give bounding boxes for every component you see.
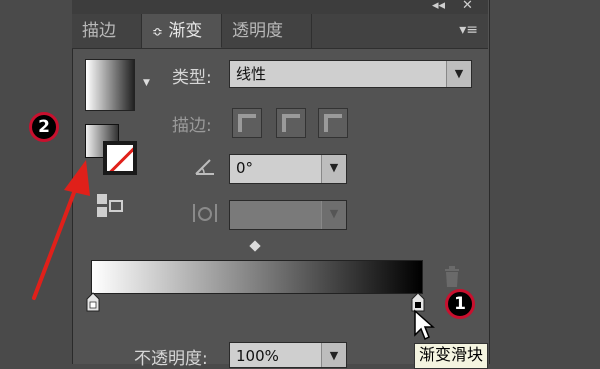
aspect-ratio-icon: [193, 204, 217, 222]
trash-icon[interactable]: [443, 266, 461, 288]
annotation-badge: 1: [445, 289, 475, 319]
type-value: 线性: [236, 65, 267, 83]
chevron-down-icon: ▼: [321, 343, 346, 367]
gradient-stop-white[interactable]: [86, 292, 100, 312]
panel-titlebar: ◂◂ ✕: [72, 0, 488, 14]
chevron-down-icon: ▼: [446, 61, 471, 87]
swap-fill-stroke-icon[interactable]: [96, 193, 124, 219]
collapse-icon[interactable]: ◂◂: [432, 0, 445, 13]
angle-input[interactable]: 0° ▼: [229, 154, 347, 184]
tooltip: 渐变滑块: [414, 343, 489, 369]
panel-menu-icon[interactable]: ▾≡: [459, 22, 478, 38]
tab-label: 描边: [82, 21, 116, 41]
stroke-within-button[interactable]: [232, 108, 262, 138]
chevron-down-icon[interactable]: ▼: [143, 78, 150, 88]
close-icon[interactable]: ✕: [462, 0, 473, 13]
panel-tabs: 描边 ≎ 渐变 透明度 ▾≡: [72, 14, 488, 49]
annotation-badge: 2: [29, 112, 59, 142]
type-label: 类型:: [172, 68, 212, 88]
stroke-along-button[interactable]: [276, 108, 306, 138]
angle-icon: [195, 159, 214, 175]
gradient-swatch[interactable]: [85, 59, 135, 111]
stroke-across-button[interactable]: [318, 108, 348, 138]
tab-stroke[interactable]: 描边: [72, 14, 142, 48]
chevron-down-icon: ▼: [321, 155, 346, 183]
stroke-swatch-none[interactable]: [103, 141, 137, 175]
mouse-cursor-icon: [414, 309, 435, 341]
stroke-label: 描边:: [172, 116, 212, 136]
gradient-slider[interactable]: [91, 260, 423, 294]
tab-prefix-icon: ≎: [152, 25, 163, 40]
tab-gradient[interactable]: ≎ 渐变: [142, 14, 222, 48]
tab-label: 渐变: [168, 21, 203, 41]
type-select[interactable]: 线性 ▼: [229, 60, 472, 88]
angle-value: 0°: [236, 159, 254, 177]
opacity-label: 不透明度:: [134, 349, 208, 369]
tab-transparency[interactable]: 透明度: [222, 14, 312, 48]
chevron-down-icon: ▼: [321, 201, 346, 229]
aspect-ratio-input: ▼: [229, 200, 347, 230]
tab-label: 透明度: [232, 21, 283, 41]
opacity-input[interactable]: 100% ▼: [229, 342, 347, 368]
opacity-value: 100%: [236, 347, 279, 365]
